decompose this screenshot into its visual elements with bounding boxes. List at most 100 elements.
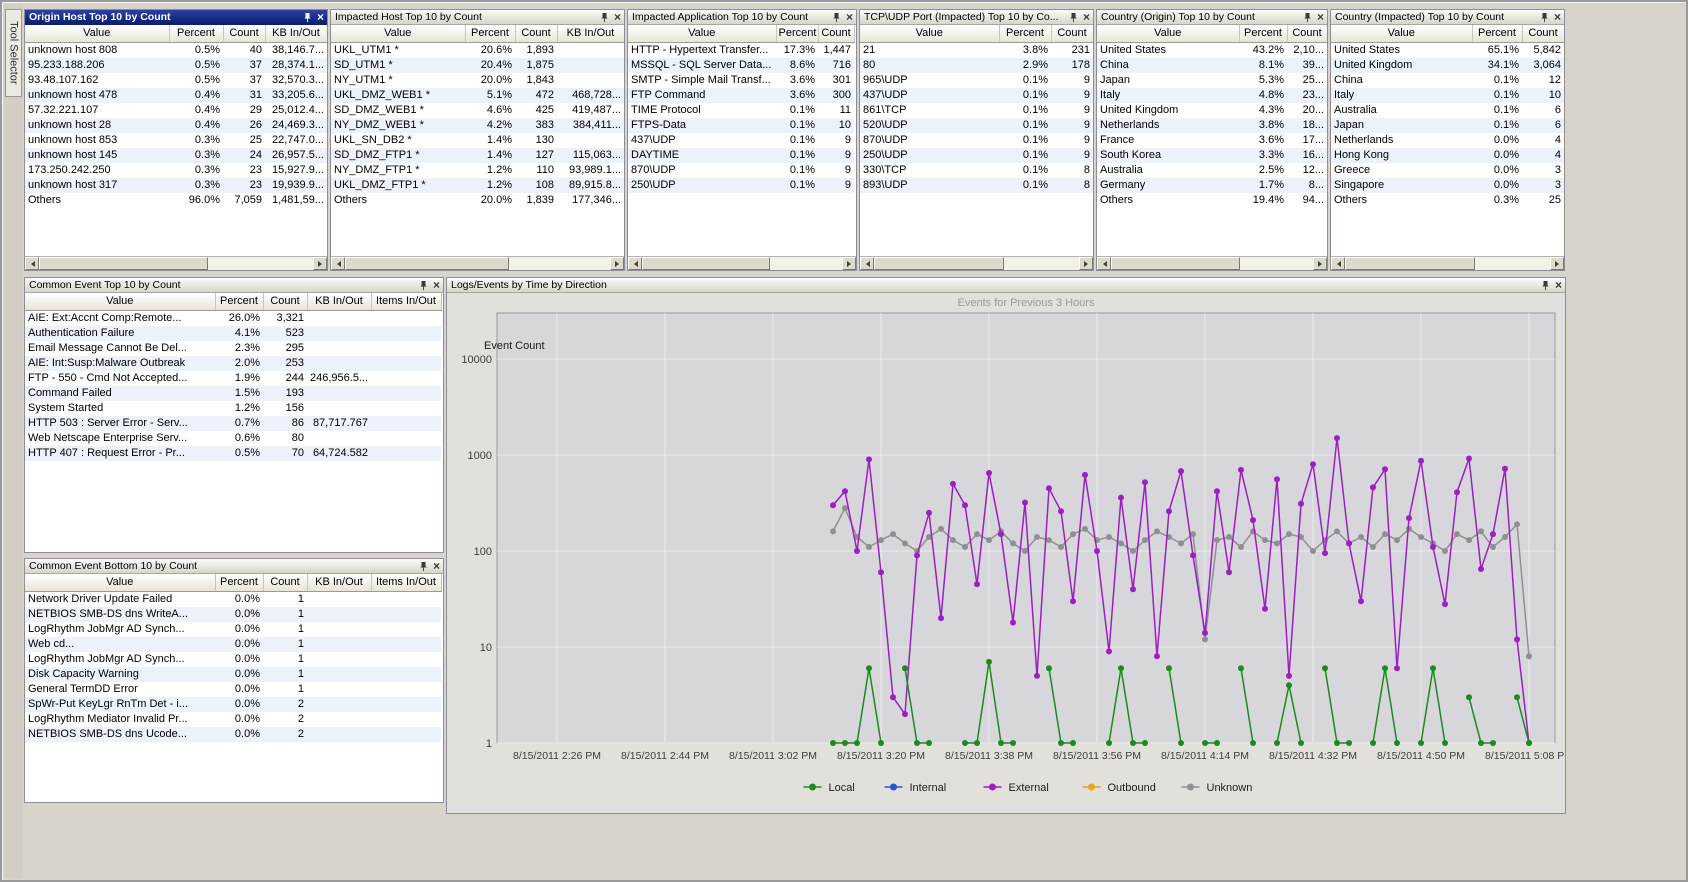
col-header-percent[interactable]: Percent: [215, 293, 263, 310]
close-icon[interactable]: ×: [1083, 13, 1090, 22]
scroll-left-button[interactable]: [331, 257, 345, 270]
table-row[interactable]: Web Netscape Enterprise Serv...0.6%80: [25, 431, 441, 446]
table-row[interactable]: 437\UDP0.1%9: [860, 88, 1093, 103]
table-row[interactable]: System Started1.2%156: [25, 401, 441, 416]
table-row[interactable]: 250\UDP0.1%9: [860, 148, 1093, 163]
col-header-value[interactable]: Value: [331, 25, 465, 42]
table-row[interactable]: unknown host 1450.3%2426,957.5...: [25, 148, 327, 163]
close-icon[interactable]: ×: [1317, 13, 1324, 22]
col-header-kb-in-out[interactable]: KB In/Out: [265, 25, 327, 42]
table-row[interactable]: Network Driver Update Failed0.0%1: [25, 591, 441, 607]
col-header-value[interactable]: Value: [25, 293, 215, 310]
legend-item-local[interactable]: Local: [804, 782, 855, 794]
table-row[interactable]: SMTP - Simple Mail Transf...3.6%301: [628, 73, 854, 88]
scrollbar-thumb[interactable]: [874, 257, 1004, 270]
scroll-right-button[interactable]: [1079, 257, 1093, 270]
col-header-percent[interactable]: Percent: [999, 25, 1051, 42]
pin-icon[interactable]: [832, 12, 841, 23]
scrollbar-thumb[interactable]: [1345, 257, 1475, 270]
table-row[interactable]: Authentication Failure4.1%523: [25, 326, 441, 341]
origin-host-titlebar[interactable]: Origin Host Top 10 by Count ×: [25, 10, 327, 25]
col-header-percent[interactable]: Percent: [1472, 25, 1522, 42]
col-header-percent[interactable]: Percent: [169, 25, 223, 42]
table-row[interactable]: Others0.3%25: [1331, 193, 1564, 208]
legend-item-outbound[interactable]: Outbound: [1083, 782, 1156, 794]
table-row[interactable]: unknown host 4780.4%3133,205.6...: [25, 88, 327, 103]
scroll-right-button[interactable]: [1550, 257, 1564, 270]
col-header-percent[interactable]: Percent: [215, 574, 263, 591]
pin-icon[interactable]: [1540, 12, 1549, 23]
table-row[interactable]: NY_UTM1 *20.0%1,843: [331, 73, 624, 88]
pin-icon[interactable]: [419, 561, 428, 572]
table-row[interactable]: Hong Kong0.0%4: [1331, 148, 1564, 163]
col-header-percent[interactable]: Percent: [776, 25, 818, 42]
table-row[interactable]: LogRhythm Mediator Invalid Pr...0.0%2: [25, 712, 441, 727]
col-header-kb-in-out[interactable]: KB In/Out: [307, 293, 371, 310]
table-row[interactable]: 861\TCP0.1%9: [860, 103, 1093, 118]
table-row[interactable]: United States65.1%5,842: [1331, 42, 1564, 58]
table-row[interactable]: NY_DMZ_FTP1 *1.2%11093,989.1...: [331, 163, 624, 178]
table-row[interactable]: 965\UDP0.1%9: [860, 73, 1093, 88]
country-impacted-titlebar[interactable]: Country (Impacted) Top 10 by Count ×: [1331, 10, 1564, 25]
table-row[interactable]: SpWr-Put KeyLgr RnTm Det - i...0.0%2: [25, 697, 441, 712]
table-row[interactable]: FTP - 550 - Cmd Not Accepted...1.9%24424…: [25, 371, 441, 386]
table-row[interactable]: United Kingdom34.1%3,064: [1331, 58, 1564, 73]
table-row[interactable]: 870\UDP0.1%9: [628, 163, 854, 178]
table-row[interactable]: 95.233.188.2060.5%3728,374.1...: [25, 58, 327, 73]
table-row[interactable]: Australia0.1%6: [1331, 103, 1564, 118]
scroll-right-button[interactable]: [842, 257, 856, 270]
table-row[interactable]: China8.1%39...: [1097, 58, 1327, 73]
scrollbar-track[interactable]: [1240, 257, 1313, 270]
col-header-count[interactable]: Count: [223, 25, 265, 42]
table-row[interactable]: 330\TCP0.1%8: [860, 163, 1093, 178]
scrollbar-thumb[interactable]: [642, 257, 770, 270]
table-row[interactable]: 213.8%231: [860, 42, 1093, 58]
table-row[interactable]: Command Failed1.5%193: [25, 386, 441, 401]
legend-item-internal[interactable]: Internal: [885, 782, 947, 794]
horizontal-scrollbar[interactable]: [1097, 256, 1327, 270]
table-row[interactable]: China0.1%12: [1331, 73, 1564, 88]
scrollbar-track[interactable]: [509, 257, 610, 270]
close-icon[interactable]: ×: [317, 13, 324, 22]
pin-icon[interactable]: [303, 12, 312, 23]
table-row[interactable]: 250\UDP0.1%9: [628, 178, 854, 193]
col-header-count[interactable]: Count: [1287, 25, 1327, 42]
scrollbar-track[interactable]: [1475, 257, 1550, 270]
table-row[interactable]: HTTP 407 : Request Error - Pr...0.5%7064…: [25, 446, 441, 461]
close-icon[interactable]: ×: [1554, 13, 1561, 22]
table-row[interactable]: United Kingdom4.3%20...: [1097, 103, 1327, 118]
impacted-host-titlebar[interactable]: Impacted Host Top 10 by Count ×: [331, 10, 624, 25]
pin-icon[interactable]: [600, 12, 609, 23]
col-header-count[interactable]: Count: [818, 25, 854, 42]
table-row[interactable]: General TermDD Error0.0%1: [25, 682, 441, 697]
close-icon[interactable]: ×: [614, 13, 621, 22]
table-row[interactable]: SD_UTM1 *20.4%1,875: [331, 58, 624, 73]
table-row[interactable]: 437\UDP0.1%9: [628, 133, 854, 148]
common-event-top-titlebar[interactable]: Common Event Top 10 by Count ×: [25, 278, 443, 293]
table-row[interactable]: MSSQL - SQL Server Data...8.6%716: [628, 58, 854, 73]
close-icon[interactable]: ×: [433, 562, 440, 571]
table-row[interactable]: United States43.2%2,10...: [1097, 42, 1327, 58]
table-row[interactable]: Italy0.1%10: [1331, 88, 1564, 103]
tcp-udp-port-titlebar[interactable]: TCP\UDP Port (Impacted) Top 10 by Co... …: [860, 10, 1093, 25]
table-row[interactable]: AIE: Ext:Accnt Comp:Remote...26.0%3,321: [25, 310, 441, 326]
table-row[interactable]: UKL_SN_DB2 *1.4%130: [331, 133, 624, 148]
table-row[interactable]: South Korea3.3%16...: [1097, 148, 1327, 163]
scroll-right-button[interactable]: [1313, 257, 1327, 270]
legend-item-external[interactable]: External: [984, 782, 1049, 794]
table-row[interactable]: DAYTIME0.1%9: [628, 148, 854, 163]
table-row[interactable]: SD_DMZ_WEB1 *4.6%425419,487...: [331, 103, 624, 118]
scroll-left-button[interactable]: [1331, 257, 1345, 270]
col-header-count[interactable]: Count: [515, 25, 557, 42]
col-header-percent[interactable]: Percent: [1239, 25, 1287, 42]
table-row[interactable]: Netherlands0.0%4: [1331, 133, 1564, 148]
scrollbar-track[interactable]: [770, 257, 842, 270]
impacted-application-titlebar[interactable]: Impacted Application Top 10 by Count ×: [628, 10, 856, 25]
horizontal-scrollbar[interactable]: [331, 256, 624, 270]
table-row[interactable]: Disk Capacity Warning0.0%1: [25, 667, 441, 682]
scrollbar-thumb[interactable]: [39, 257, 208, 270]
scroll-right-button[interactable]: [313, 257, 327, 270]
table-row[interactable]: Email Message Cannot Be Del...2.3%295: [25, 341, 441, 356]
col-header-value[interactable]: Value: [1331, 25, 1472, 42]
close-icon[interactable]: ×: [1555, 281, 1562, 290]
